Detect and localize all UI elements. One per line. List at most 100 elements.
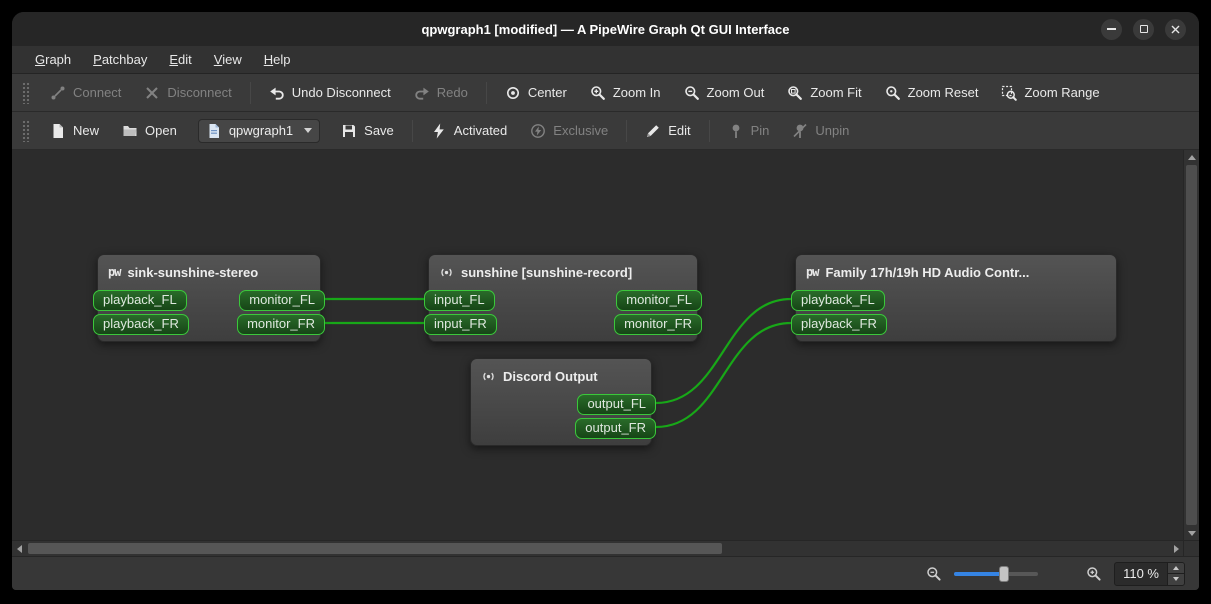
port-monitor-fr[interactable]: monitor_FR: [614, 313, 702, 335]
node-sink-sunshine-stereo[interactable]: pw sink-sunshine-stereo playback_FL moni…: [93, 254, 325, 342]
menu-view[interactable]: View: [205, 49, 251, 70]
node-title: pw Family 17h/19h HD Audio Contr...: [796, 255, 1116, 289]
horizontal-scrollbar[interactable]: [12, 540, 1183, 556]
redo-button[interactable]: Redo: [404, 80, 478, 106]
node-discord-output[interactable]: Discord Output output_FL output_FR: [470, 358, 656, 446]
zoom-slider[interactable]: [954, 565, 1039, 583]
zoom-out-small-icon[interactable]: [926, 566, 942, 582]
menu-edit[interactable]: Edit: [160, 49, 200, 70]
maximize-button[interactable]: [1133, 18, 1154, 40]
zoom-reset-button[interactable]: Zoom Reset: [875, 80, 989, 106]
undo-disconnect-button[interactable]: Undo Disconnect: [259, 80, 401, 106]
audio-app-icon: [439, 265, 454, 280]
vertical-scrollbar-thumb[interactable]: [1186, 165, 1197, 525]
connect-button[interactable]: Connect: [40, 80, 131, 106]
zoom-slider-handle[interactable]: [999, 565, 1010, 582]
scroll-down-button[interactable]: [1184, 526, 1199, 540]
port-input-fr[interactable]: input_FR: [424, 313, 497, 335]
exclusive-icon: [530, 123, 546, 139]
edit-button[interactable]: Edit: [635, 118, 700, 144]
scroll-up-button[interactable]: [1184, 150, 1199, 164]
port-monitor-fl[interactable]: monitor_FL: [616, 289, 702, 311]
menu-graph[interactable]: Graph: [26, 49, 80, 70]
audio-app-icon: [481, 369, 496, 384]
vertical-scrollbar[interactable]: [1183, 150, 1199, 540]
edit-label: Edit: [668, 123, 691, 138]
toolbar-drag-handle[interactable]: [22, 81, 30, 104]
disconnect-button[interactable]: Disconnect: [134, 80, 241, 106]
graph-toolbar: Connect Disconnect Undo Disconnect Redo …: [12, 74, 1199, 112]
zoom-reset-label: Zoom Reset: [907, 85, 979, 100]
toolbar-separator: [626, 119, 628, 142]
session-select[interactable]: qpwgraph1: [197, 118, 321, 143]
zoom-spin-down-button[interactable]: [1168, 573, 1184, 585]
port-monitor-fl[interactable]: monitor_FL: [239, 289, 325, 311]
node-title: pw sink-sunshine-stereo: [98, 255, 320, 289]
arrow-left-icon: [16, 545, 22, 553]
port-output-fl[interactable]: output_FL: [577, 393, 656, 415]
open-label: Open: [145, 123, 177, 138]
port-monitor-fr[interactable]: monitor_FR: [237, 313, 325, 335]
new-label: New: [73, 123, 100, 138]
toolbar-drag-handle[interactable]: [22, 119, 30, 142]
port-playback-fl[interactable]: playback_FL: [93, 289, 187, 311]
activated-button[interactable]: Activated: [421, 118, 517, 144]
port-playback-fl[interactable]: playback_FL: [791, 289, 885, 311]
close-icon: [1171, 25, 1180, 34]
minimize-button[interactable]: [1101, 18, 1122, 40]
toolbar-separator: [708, 119, 710, 142]
statusbar: 110 %: [12, 556, 1199, 590]
new-file-icon: [50, 123, 66, 139]
node-title-text: sink-sunshine-stereo: [127, 264, 259, 280]
port-output-fr[interactable]: output_FR: [575, 417, 656, 439]
save-button[interactable]: Save: [331, 118, 404, 144]
titlebar[interactable]: qpwgraph1 [modified] — A PipeWire Graph …: [12, 12, 1199, 46]
unpin-label: Unpin: [815, 123, 850, 138]
zoom-fit-button[interactable]: Zoom Fit: [777, 80, 871, 106]
zoom-spinbox[interactable]: 110 %: [1114, 561, 1185, 586]
edit-pencil-icon: [645, 123, 661, 139]
pin-label: Pin: [750, 123, 770, 138]
port-playback-fr[interactable]: playback_FR: [791, 313, 887, 335]
graph-canvas[interactable]: pw sink-sunshine-stereo playback_FL moni…: [12, 150, 1183, 540]
connect-icon: [50, 85, 66, 101]
horizontal-scrollbar-thumb[interactable]: [28, 543, 722, 554]
port-playback-fr[interactable]: playback_FR: [93, 313, 189, 335]
node-sunshine-record[interactable]: sunshine [sunshine-record] input_FL moni…: [424, 254, 702, 342]
arrow-down-icon: [1173, 577, 1179, 582]
scrollbar-corner: [1183, 540, 1199, 556]
zoom-out-label: Zoom Out: [706, 85, 765, 100]
connect-label: Connect: [73, 85, 122, 100]
node-family-hd-audio[interactable]: pw Family 17h/19h HD Audio Contr... play…: [791, 254, 1117, 342]
arrow-up-icon: [1173, 565, 1179, 570]
scroll-right-button[interactable]: [1169, 541, 1183, 557]
close-button[interactable]: [1165, 18, 1186, 40]
node-title-text: Family 17h/19h HD Audio Contr...: [825, 264, 1030, 280]
menu-patchbay[interactable]: Patchbay: [84, 49, 156, 70]
zoom-slider-track: [954, 571, 1039, 576]
pin-button[interactable]: Pin: [718, 118, 780, 144]
menu-help[interactable]: Help: [255, 49, 300, 70]
center-label: Center: [527, 85, 567, 100]
center-button[interactable]: Center: [495, 80, 577, 106]
scroll-left-button[interactable]: [12, 541, 26, 557]
menubar: Graph Patchbay Edit View Help: [12, 46, 1199, 74]
chevron-down-icon: [304, 128, 313, 133]
activated-label: Activated: [453, 123, 508, 138]
port-input-fl[interactable]: input_FL: [424, 289, 495, 311]
zoom-range-button[interactable]: Zoom Range: [991, 80, 1109, 106]
open-button[interactable]: Open: [112, 118, 187, 144]
menu-patchbay-label: Patchbay: [93, 52, 148, 67]
new-button[interactable]: New: [40, 118, 109, 144]
zoom-in-button[interactable]: Zoom In: [580, 80, 671, 106]
redo-icon: [414, 85, 430, 101]
session-toolbar: New Open qpwgraph1 Save Activated Exclus…: [12, 112, 1199, 150]
disconnect-icon: [144, 85, 160, 101]
unpin-button[interactable]: Unpin: [782, 118, 859, 144]
zoom-in-small-icon[interactable]: [1086, 566, 1102, 582]
zoom-value: 110 %: [1123, 566, 1159, 581]
exclusive-button[interactable]: Exclusive: [520, 118, 618, 144]
zoom-spin-up-button[interactable]: [1168, 562, 1184, 573]
zoom-out-button[interactable]: Zoom Out: [674, 80, 775, 106]
node-title: Discord Output: [471, 359, 651, 393]
